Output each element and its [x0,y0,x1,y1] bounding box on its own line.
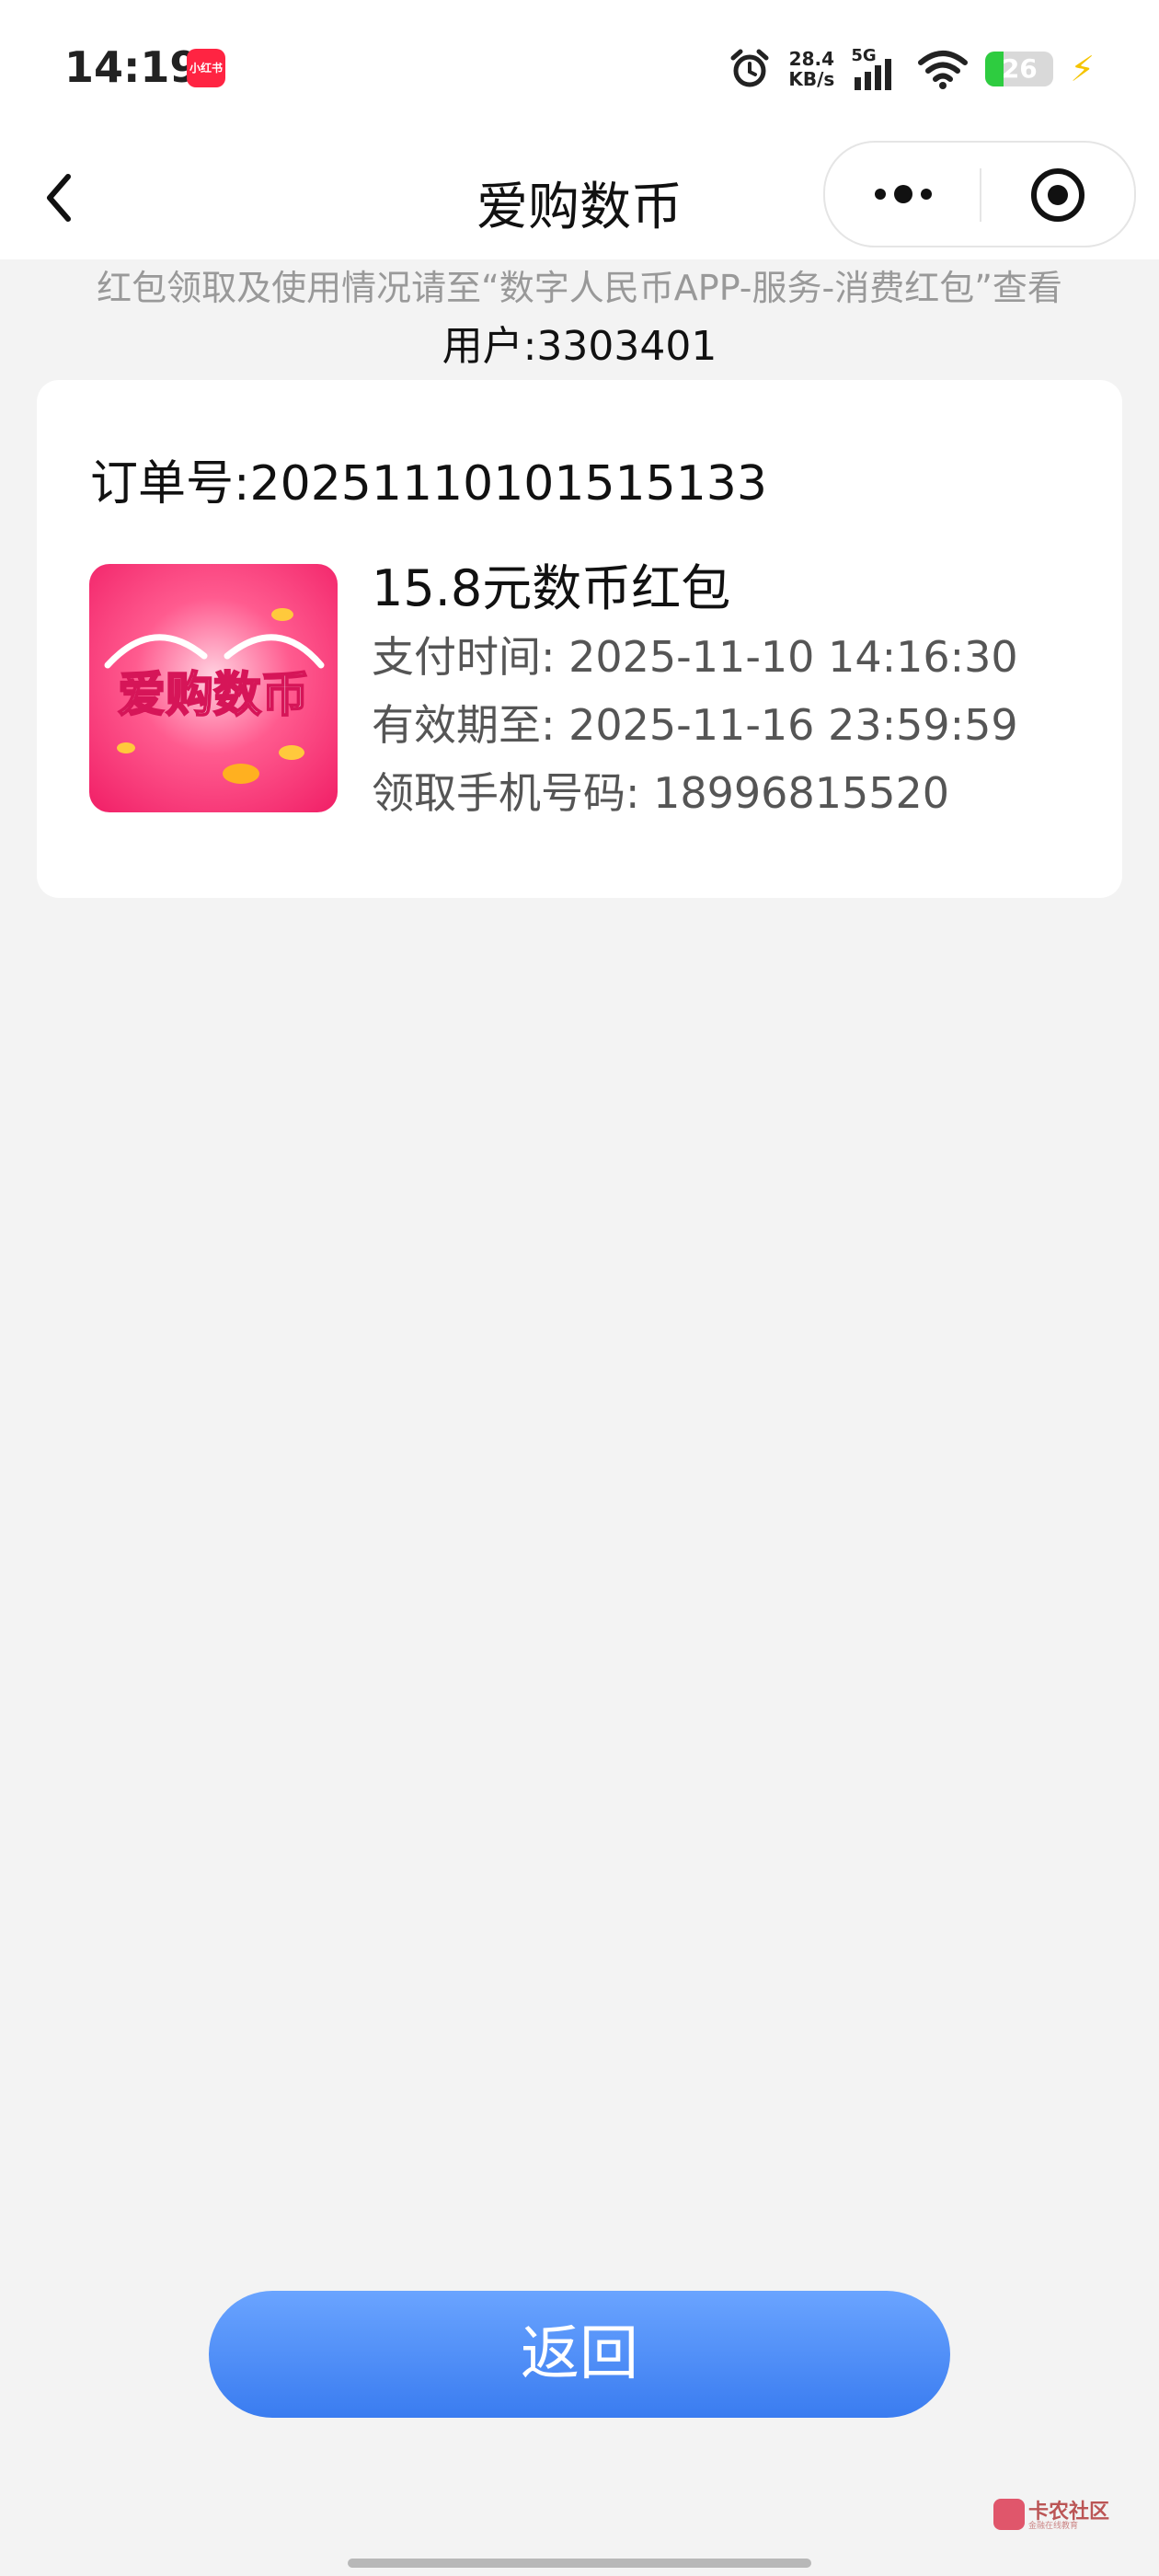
order-card: 订单号:20251110101515133 爱购数币 15.8元数币红包 支付时… [37,380,1122,898]
charging-bolt-icon: ⚡ [1070,49,1095,89]
watermark-subtitle: 金融在线教育 [1028,2522,1079,2531]
close-mini-program-button[interactable] [1029,167,1086,224]
network-speed-value: 28.4 [788,48,835,70]
status-time: 14:19 [64,42,200,92]
target-close-icon [1031,168,1084,222]
return-button[interactable]: 返回 [209,2291,950,2418]
pay-time: 支付时间: 2025-11-10 14:16:30 [372,632,1018,682]
order-number: 订单号:20251110101515133 [90,456,767,512]
xiaohongshu-app-icon: 小红书 [187,49,225,87]
status-bar: 14:19 小红书 28.4 KB/s 5G 26 ⚡ [0,0,1159,138]
product-name: 15.8元数币红包 [372,559,731,617]
valid-until: 有效期至: 2025-11-16 23:59:59 [372,700,1018,750]
product-info: 15.8元数币红包 支付时间: 2025-11-10 14:16:30 有效期至… [372,555,1018,827]
battery-level: 26 [1001,53,1038,84]
user-id: 用户:3303401 [442,323,717,370]
more-button[interactable] [871,170,935,218]
thumbnail-brand-text: 爱购数币 [118,668,309,723]
cellular-signal-icon: 5G [851,46,901,92]
battery-icon: 26 [985,52,1054,86]
more-dots-icon [875,185,932,203]
network-speed: 28.4 KB/s [788,49,834,89]
red-packet-notice: 红包领取及使用情况请至“数字人民币APP-服务-消费红包”查看 [97,268,1062,308]
product-thumbnail: 爱购数币 [89,564,338,812]
status-indicators: 28.4 KB/s 5G 26 ⚡ [728,44,1095,94]
alarm-icon [730,49,769,87]
network-speed-unit: KB/s [788,68,835,90]
receiving-phone: 领取手机号码: 18996815520 [372,768,950,818]
wifi-icon [918,51,969,89]
mini-program-capsule [823,141,1136,247]
home-indicator[interactable] [348,2559,811,2568]
watermark-logo: 卡农社区 金融在线教育 [993,2495,1113,2532]
capsule-divider [980,168,981,222]
watermark-icon [993,2499,1025,2530]
navigation-bar: 爱购数币 [0,138,1159,259]
